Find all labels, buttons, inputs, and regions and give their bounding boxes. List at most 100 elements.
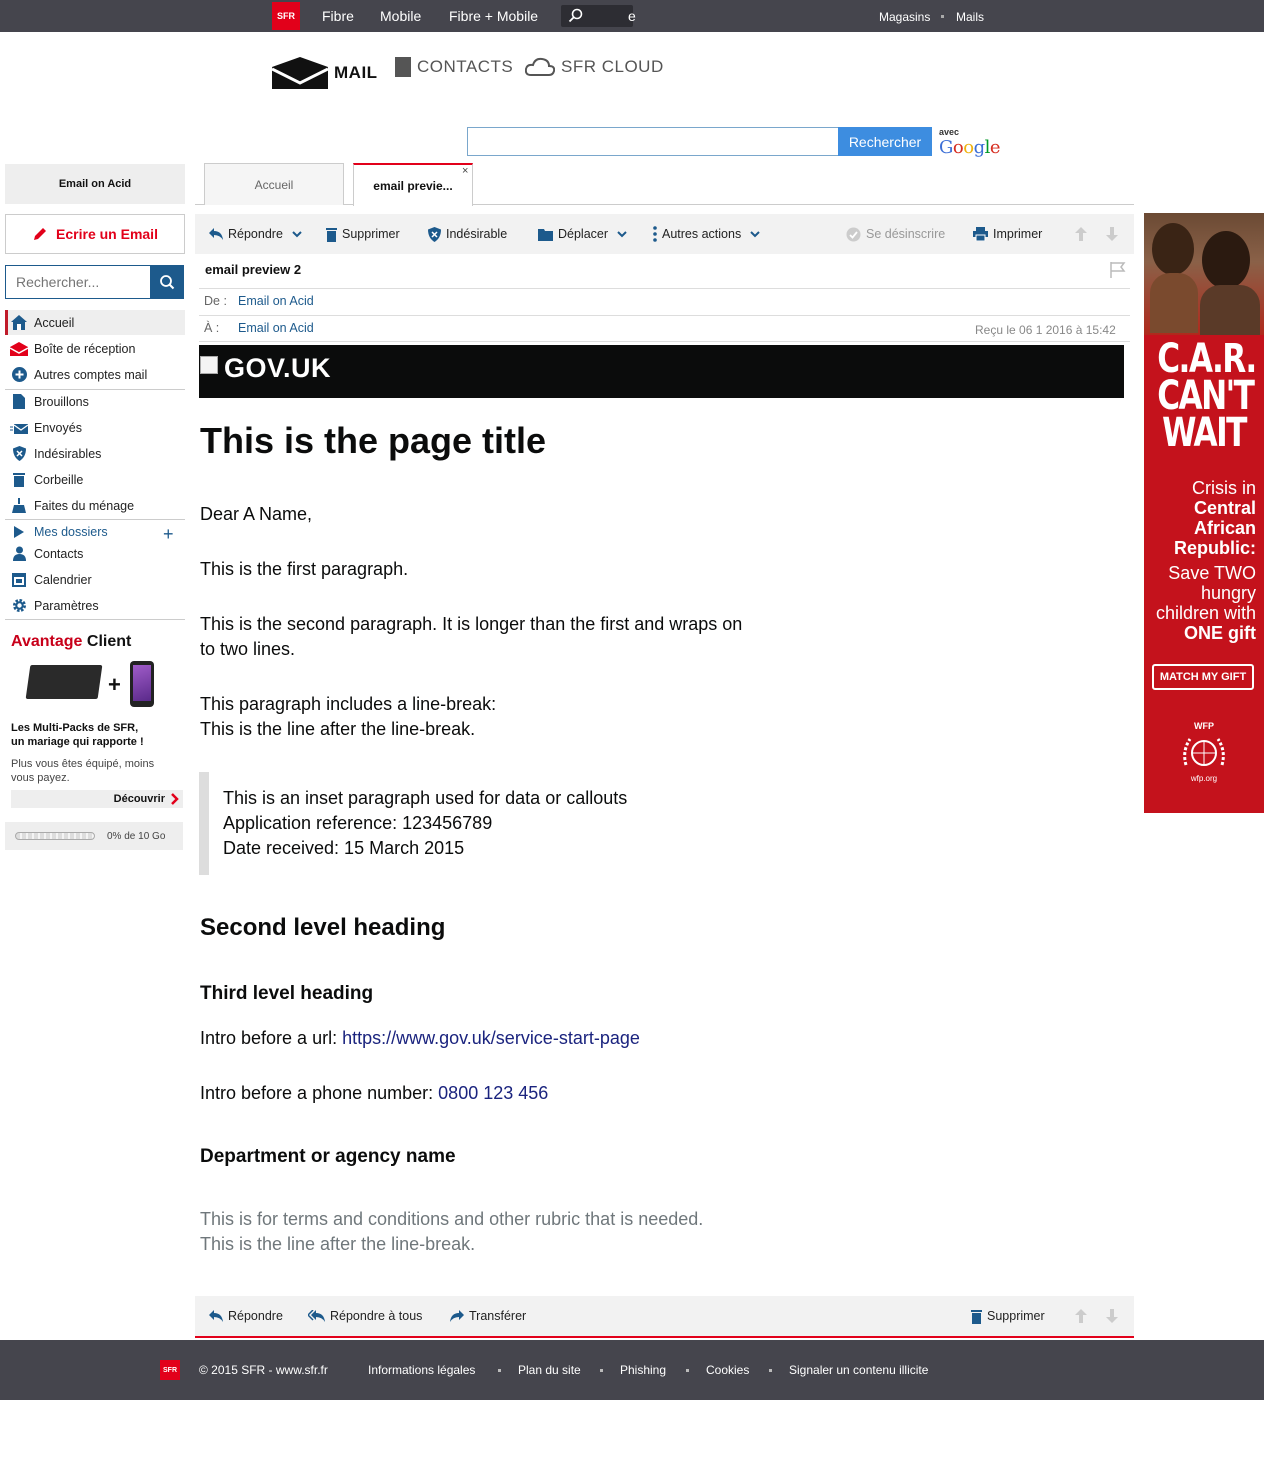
delete-button[interactable]: Supprimer [326, 214, 400, 254]
previous-message-button[interactable] [1075, 214, 1087, 254]
received-date: Reçu le 06 1 2016 à 15:42 [975, 323, 1116, 337]
product-contacts[interactable]: CONTACTS [395, 57, 513, 77]
forward-button[interactable]: Transférer [450, 1296, 526, 1336]
header-divider [199, 315, 1130, 316]
sidebar-item-settings[interactable]: Paramètres [5, 593, 185, 618]
sidebar-item-spam[interactable]: Indésirables [5, 441, 185, 466]
gov-logo-text[interactable]: GOV.UK [224, 353, 331, 384]
nav-mails[interactable]: Mails [956, 10, 984, 24]
tab-close-button[interactable]: × [462, 165, 468, 177]
sidebar-item-sent[interactable]: Envoyés [5, 415, 185, 440]
sidebar-item-label: Corbeille [34, 472, 84, 487]
tab-email-preview[interactable]: email previe... [353, 163, 473, 206]
gov-header-banner [199, 345, 1124, 398]
mail-search-input[interactable] [5, 265, 151, 299]
product-cloud[interactable]: SFR CLOUD [525, 57, 664, 77]
footer-copyright[interactable]: © 2015 SFR - www.sfr.fr [199, 1363, 328, 1377]
phone-link[interactable]: 0800 123 456 [438, 1083, 548, 1103]
draft-icon [10, 394, 28, 410]
web-search-button[interactable]: Rechercher [838, 127, 932, 156]
footer-separator [686, 1369, 689, 1372]
sidebar-item-accueil[interactable]: Accueil [5, 310, 185, 335]
paragraph-line: This paragraph includes a line-break: [200, 694, 497, 714]
tab-accueil[interactable]: Accueil [204, 163, 344, 205]
from-label: De : [204, 294, 227, 308]
second-level-heading: Second level heading [200, 914, 446, 941]
sfr-logo[interactable]: SFR [272, 2, 300, 30]
footer-link-sitemap[interactable]: Plan du site [518, 1363, 581, 1377]
footer-link-report[interactable]: Signaler un contenu illicite [789, 1363, 928, 1377]
next-message-button[interactable] [1106, 1296, 1118, 1336]
phone-intro: Intro before a phone number: [200, 1083, 439, 1103]
footer-link-cookies[interactable]: Cookies [706, 1363, 749, 1377]
chevron-right-icon [171, 793, 179, 805]
unsubscribe-button[interactable]: Se désinscrire [846, 214, 945, 254]
sidebar-item-label: Mes dossiers [34, 524, 108, 539]
reply-button[interactable]: Répondre [209, 214, 302, 254]
email-paragraph: This paragraph includes a line-break: Thi… [200, 692, 496, 742]
quota-bar [15, 832, 95, 840]
product-mail[interactable]: MAIL [272, 57, 378, 89]
email-paragraph: This is the second paragraph. It is long… [200, 612, 742, 662]
forward-label: Transférer [469, 1309, 527, 1323]
sidebar-item-trash[interactable]: Corbeille [5, 467, 185, 492]
compose-button[interactable]: Ecrire un Email [5, 214, 185, 254]
sidebar-item-calendar[interactable]: Calendrier [5, 567, 185, 592]
message-toolbar: Répondre Supprimer Indésirable Déplacer … [195, 214, 1134, 254]
service-url-link[interactable]: https://www.gov.uk/service-start-page [342, 1028, 640, 1048]
gear-icon [10, 598, 28, 614]
smartphone-image [130, 661, 154, 707]
promo-text-line: Plus vous êtes équipé, moins [11, 758, 155, 770]
promo-discover-link[interactable]: Découvrir [11, 790, 183, 808]
reply-label: Répondre [228, 1309, 283, 1323]
reply-all-button[interactable]: Répondre à tous [308, 1296, 422, 1336]
url-intro: Intro before a url: [200, 1028, 343, 1048]
sidebar-item-other-accounts[interactable]: Autres comptes mail [5, 362, 185, 387]
paragraph-line: This is the second paragraph. It is long… [200, 614, 743, 634]
more-actions-button[interactable]: Autres actions [653, 214, 760, 254]
sidebar-item-inbox[interactable]: Boîte de réception [5, 336, 185, 361]
nav-mobile[interactable]: Mobile [380, 8, 421, 24]
delete-button[interactable]: Supprimer [971, 1296, 1045, 1336]
nav-magasins[interactable]: Magasins [879, 10, 930, 24]
ad-save-line: Save TWO [1168, 563, 1256, 583]
print-button[interactable]: Imprimer [973, 214, 1042, 254]
sidebar-item-contacts[interactable]: Contacts [5, 541, 185, 566]
header-divider [199, 288, 1130, 289]
next-message-button[interactable] [1106, 214, 1118, 254]
match-my-gift-button[interactable]: MATCH MY GIFT [1152, 664, 1254, 690]
move-label: Déplacer [558, 227, 609, 241]
reply-button[interactable]: Répondre [209, 1296, 283, 1336]
promo-title-black: Client [82, 633, 132, 650]
unsubscribe-label: Se désinscrire [866, 227, 946, 241]
sent-icon [10, 420, 28, 436]
from-address[interactable]: Email on Acid [238, 294, 314, 308]
flag-icon[interactable] [1109, 261, 1127, 282]
mail-search-button[interactable] [150, 265, 184, 299]
footer-separator [600, 1369, 603, 1372]
wfp-advertisement[interactable]: C.A.R. CAN'T WAIT Crisis in Central Afri… [1144, 213, 1264, 813]
ad-sub-line: Central [1193, 498, 1256, 518]
sidebar-item-drafts[interactable]: Brouillons [5, 389, 185, 414]
to-address[interactable]: Email on Acid [238, 321, 314, 335]
ad-sub-line: Republic: [1173, 538, 1256, 558]
print-label: Imprimer [993, 227, 1043, 241]
nav-fibre[interactable]: Fibre [322, 8, 354, 24]
sidebar-item-label: Autres comptes mail [34, 367, 148, 382]
third-level-heading: Third level heading [200, 983, 374, 1004]
spam-button[interactable]: Indésirable [428, 214, 507, 254]
footer-sfr-logo[interactable]: SFR [160, 1360, 180, 1380]
footer-link-legal[interactable]: Informations légales [368, 1363, 475, 1377]
sidebar-item-cleanup[interactable]: Faites du ménage [5, 493, 185, 518]
check-circle-icon [846, 227, 861, 241]
reply-icon [209, 228, 223, 240]
account-name[interactable]: Email on Acid [5, 164, 185, 204]
top-search-field[interactable]: e [561, 5, 636, 27]
move-button[interactable]: Déplacer [538, 214, 627, 254]
previous-message-button[interactable] [1075, 1296, 1087, 1336]
phone-paragraph: Intro before a phone number: 0800 123 45… [200, 1081, 548, 1106]
web-search-input[interactable] [467, 127, 839, 156]
sidebar-divider [5, 619, 185, 620]
nav-fibre-mobile[interactable]: Fibre + Mobile [449, 8, 538, 24]
footer-link-phishing[interactable]: Phishing [620, 1363, 666, 1377]
